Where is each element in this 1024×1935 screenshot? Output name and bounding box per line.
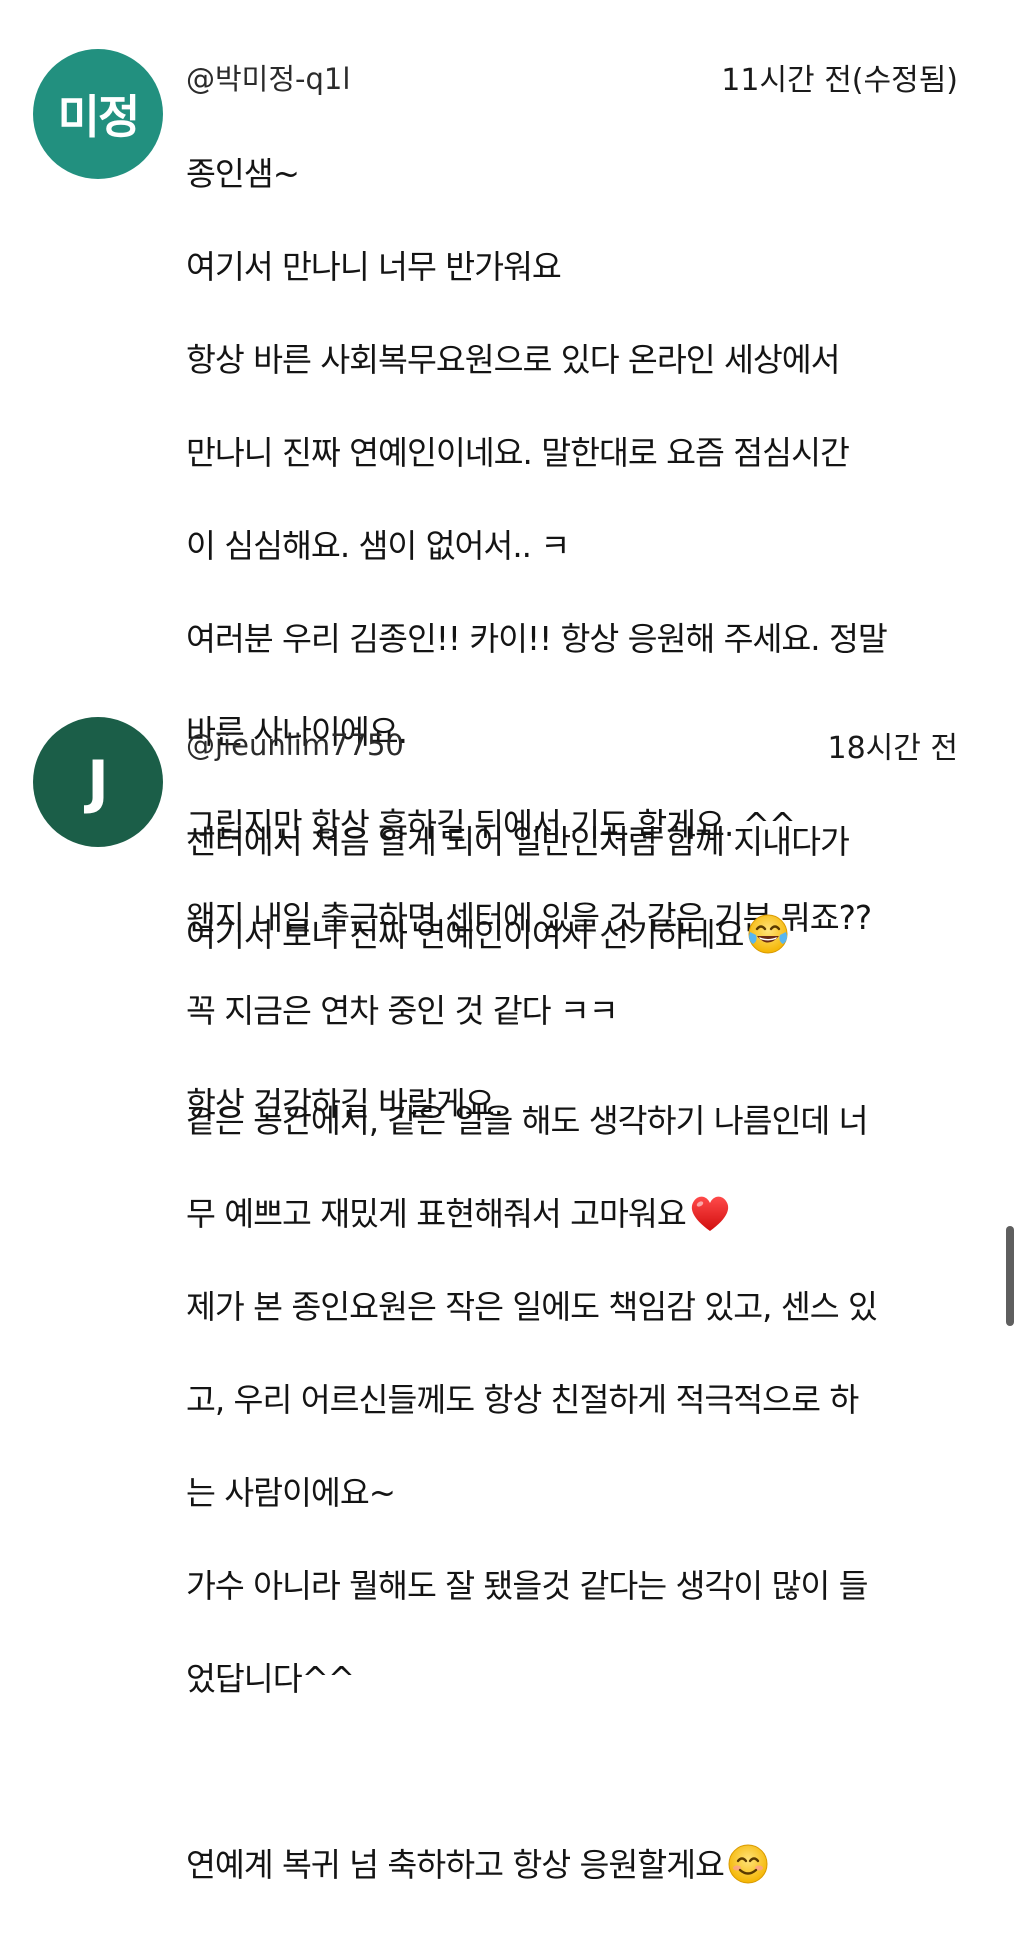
comment-item: 미정 @박미정-q1l 11시간 전(수정됨) 종인샘~ 여기서 만나니 너무 …	[0, 49, 1024, 1123]
comment-line: 었답니다^^	[186, 1659, 355, 1698]
comment-timestamp[interactable]: 11시간 전(수정됨)	[721, 55, 958, 99]
comment-line	[186, 1005, 976, 1052]
comment-line-with-emoji: 연예계 복귀 넘 축하하고 항상 응원할게요	[186, 1842, 976, 1889]
comment-line: 여러분 우리 김종인!! 카이!! 항상 응원해 주세요. 정말	[186, 619, 888, 658]
avatar[interactable]: J	[33, 717, 163, 847]
comment-line: 가수 아니라 뭘해도 잘 됐을것 같다는 생각이 많이 들	[186, 1566, 869, 1605]
comment-line: 항상 바른 사회복무요원으로 있다 온라인 세상에서	[186, 340, 841, 379]
avatar-initials: J	[87, 748, 109, 816]
comment-author[interactable]: @jieunlim7750	[186, 728, 404, 762]
comment-line-text: 무 예쁘고 재밌게 표현해줘서 고마워요	[186, 1194, 687, 1233]
comment-line: 만나니 진짜 연예인이네요. 말한대로 요즘 점심시간	[186, 433, 850, 472]
smiling-face-emoji	[728, 1844, 768, 1883]
comment-line-with-emoji: 여기서 보니 진짜 연예인이여서 신기하네요	[186, 912, 976, 959]
scrollbar[interactable]	[1006, 1226, 1014, 1326]
comment-line: 여기서 만나니 너무 반가워요	[186, 247, 562, 286]
comment-line-with-emoji: 무 예쁘고 재밌게 표현해줘서 고마워요	[186, 1191, 976, 1238]
comment-line: 는 사람이에요~	[186, 1473, 396, 1512]
comment-text: 센터에서 처음 알게 되어 일반인처럼 함께 지내다가 여기서 보니 진짜 연예…	[186, 772, 976, 1935]
red-heart-emoji	[691, 1196, 728, 1231]
tears-of-joy-emoji	[748, 914, 788, 953]
comment-line-text: 연예계 복귀 넘 축하하고 항상 응원할게요	[186, 1845, 725, 1884]
comment-line: 종인샘~	[186, 154, 300, 193]
comment-timestamp[interactable]: 18시간 전	[827, 723, 958, 767]
comment-line: 같은 공간에서, 같은 일을 해도 생각하기 나름인데 너	[186, 1101, 869, 1140]
comment-line: 센터에서 처음 알게 되어 일반인처럼 함께 지내다가	[186, 822, 850, 861]
comment-line: 고, 우리 어르신들께도 항상 친절하게 적극적으로 하	[186, 1380, 859, 1419]
comment-item: J @jieunlim7750 18시간 전 센터에서 처음 알게 되어 일반인…	[0, 717, 1024, 1884]
comment-line-text: 여기서 보니 진짜 연예인이여서 신기하네요	[186, 915, 745, 954]
avatar[interactable]: 미정	[33, 49, 163, 179]
comment-header: @박미정-q1l 11시간 전(수정됨)	[186, 55, 958, 99]
comment-line	[186, 1749, 976, 1796]
comment-line: 제가 본 종인요원은 작은 일에도 책임감 있고, 센스 있	[186, 1287, 878, 1326]
comment-author[interactable]: @박미정-q1l	[186, 56, 350, 98]
comment-line: 이 심심해요. 샘이 없어서.. ㅋ	[186, 526, 570, 565]
comment-header: @jieunlim7750 18시간 전	[186, 723, 958, 767]
avatar-initials: 미정	[57, 90, 141, 144]
